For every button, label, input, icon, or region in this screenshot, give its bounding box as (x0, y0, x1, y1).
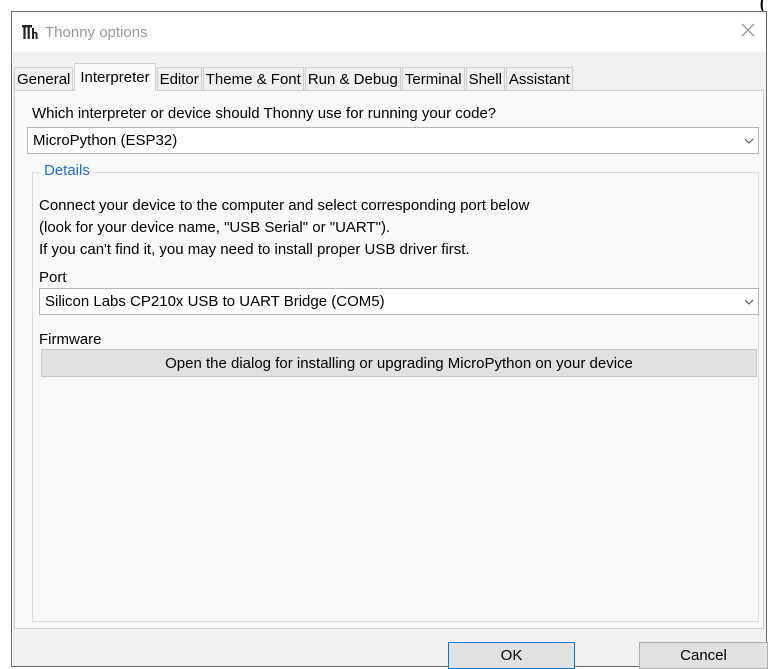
details-description: Connect your device to the computer and … (39, 195, 529, 261)
interpreter-select-value: MicroPython (ESP32) (33, 132, 178, 149)
details-line: If you can't find it, you may need to in… (39, 241, 470, 258)
options-tabs: General Interpreter Editor Theme & Font … (14, 63, 574, 91)
port-select-value: Silicon Labs CP210x USB to UART Bridge (… (45, 293, 385, 310)
title-bar: Thonny options (12, 12, 766, 52)
tab-editor[interactable]: Editor (156, 67, 202, 91)
tab-shell[interactable]: Shell (465, 67, 505, 91)
window-title: Thonny options (45, 23, 148, 41)
details-line: (look for your device name, "USB Serial"… (39, 219, 391, 236)
details-legend: Details (41, 162, 93, 179)
install-firmware-button[interactable]: Open the dialog for installing or upgrad… (41, 349, 757, 377)
firmware-label: Firmware (39, 331, 102, 348)
chevron-down-icon[interactable] (740, 289, 758, 314)
interpreter-select[interactable]: MicroPython (ESP32) (27, 127, 759, 154)
tab-theme-font[interactable]: Theme & Font (202, 67, 304, 91)
chevron-down-icon[interactable] (740, 128, 758, 153)
port-select[interactable]: Silicon Labs CP210x USB to UART Bridge (… (39, 288, 759, 315)
tab-terminal[interactable]: Terminal (401, 67, 465, 91)
tab-interpreter[interactable]: Interpreter (74, 63, 156, 91)
close-icon (741, 23, 755, 42)
port-label: Port (39, 269, 67, 286)
thonny-logo-icon (21, 23, 39, 41)
ok-button[interactable]: OK (448, 642, 575, 669)
cancel-button[interactable]: Cancel (639, 642, 768, 669)
tab-assistant[interactable]: Assistant (505, 67, 573, 91)
tab-run-debug[interactable]: Run & Debug (304, 67, 401, 91)
interpreter-panel: Which interpreter or device should Thonn… (14, 90, 764, 629)
options-dialog: Thonny options General Interpreter Edito… (11, 11, 768, 669)
close-button[interactable] (736, 20, 760, 44)
tab-general[interactable]: General (14, 67, 74, 91)
interpreter-question: Which interpreter or device should Thonn… (32, 105, 497, 122)
details-line: Connect your device to the computer and … (39, 197, 530, 214)
